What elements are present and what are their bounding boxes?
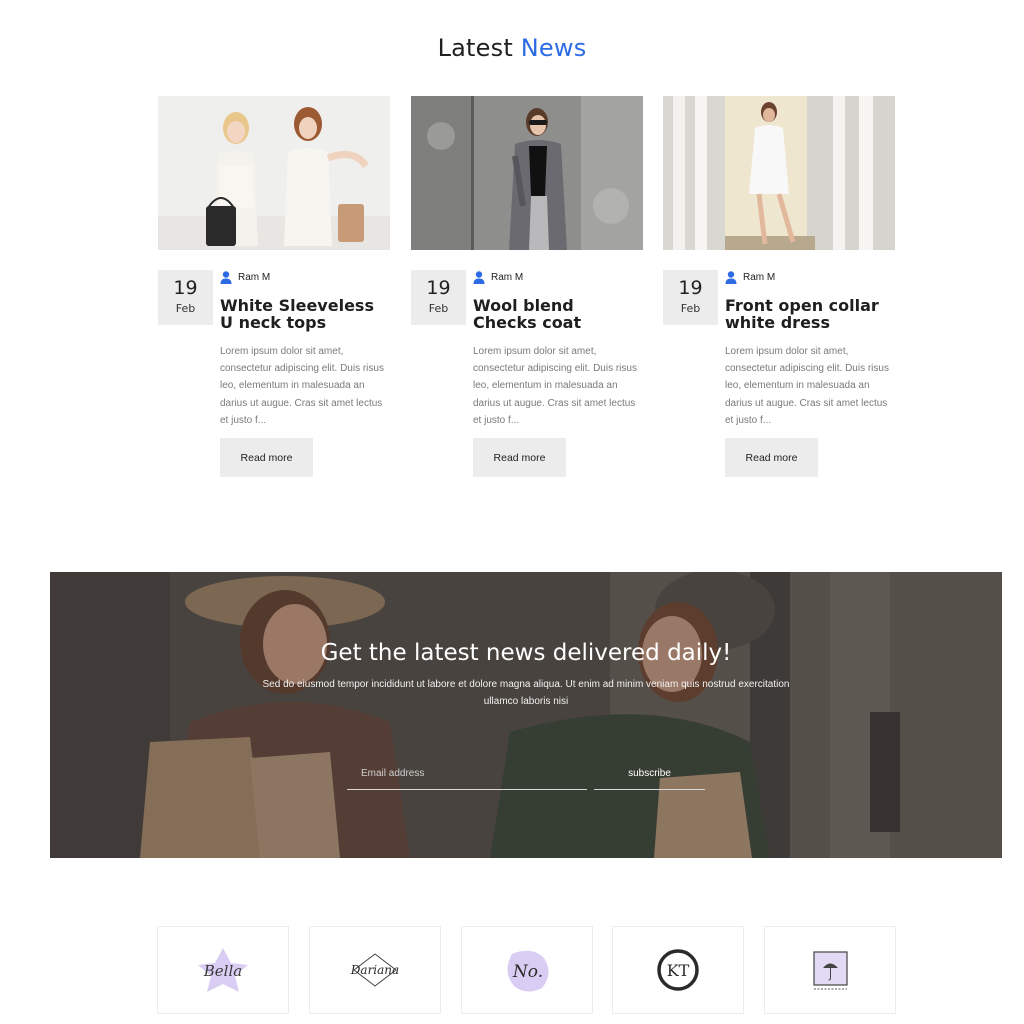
section-title: Latest News	[0, 34, 1024, 62]
post-date-month: Feb	[428, 302, 449, 315]
subscribe-button[interactable]: subscribe	[594, 758, 705, 790]
dariana-logo-icon: Dariana	[350, 953, 399, 987]
read-more-button[interactable]: Read more	[473, 438, 566, 477]
post-author[interactable]: Ram M	[725, 271, 775, 284]
user-icon	[220, 271, 232, 284]
brand-name: No.	[512, 962, 543, 982]
news-card: 19 Feb Ram M Wool blend Checks coat Lore…	[411, 96, 643, 477]
news-card: 19 Feb Ram M Front open collar white dre…	[663, 96, 895, 477]
email-field[interactable]	[347, 758, 587, 790]
post-date-month: Feb	[680, 302, 701, 315]
post-date-month: Feb	[175, 302, 196, 315]
section-title-accent: News	[520, 34, 587, 62]
post-excerpt: Lorem ipsum dolor sit amet, consectetur …	[473, 346, 637, 426]
brand-logo-umbrella[interactable]	[764, 926, 896, 1014]
post-title[interactable]: Front open collar white dress	[725, 297, 893, 331]
post-date-day: 19	[678, 277, 703, 299]
post-author[interactable]: Ram M	[473, 271, 523, 284]
post-author[interactable]: Ram M	[220, 271, 270, 284]
brand-logo-no[interactable]: No.	[461, 926, 593, 1014]
newsletter-banner: Get the latest news delivered daily! Sed…	[50, 572, 1002, 858]
umbrella-frame-logo-icon	[813, 951, 848, 990]
post-excerpt: Lorem ipsum dolor sit amet, consectetur …	[725, 346, 889, 426]
post-date: 19 Feb	[663, 270, 718, 325]
post-date: 19 Feb	[411, 270, 466, 325]
news-card-image[interactable]	[158, 96, 390, 250]
brand-logo-bella[interactable]: Bella	[157, 926, 289, 1014]
post-author-name: Ram M	[491, 272, 524, 283]
read-more-button[interactable]: Read more	[220, 438, 313, 477]
kt-logo-icon: KT	[657, 949, 699, 991]
post-title[interactable]: White Sleeveless U neck tops	[220, 297, 388, 331]
brand-name: Bella	[203, 962, 242, 980]
news-card: 19 Feb Ram M White Sleeveless U neck top…	[158, 96, 390, 477]
brand-name: Dariana	[350, 963, 399, 977]
news-card-image[interactable]	[663, 96, 895, 250]
bella-logo-icon: Bella	[198, 948, 248, 992]
post-author-name: Ram M	[238, 272, 271, 283]
no-logo-icon: No.	[507, 950, 549, 992]
post-date-day: 19	[173, 277, 198, 299]
user-icon	[725, 271, 737, 284]
post-excerpt: Lorem ipsum dolor sit amet, consectetur …	[220, 346, 384, 426]
brand-name: KT	[667, 961, 690, 980]
user-icon	[473, 271, 485, 284]
read-more-button[interactable]: Read more	[725, 438, 818, 477]
post-title[interactable]: Wool blend Checks coat	[473, 297, 641, 331]
post-date: 19 Feb	[158, 270, 213, 325]
brand-logo-kt[interactable]: KT	[612, 926, 744, 1014]
brand-logo-dariana[interactable]: Dariana	[309, 926, 441, 1014]
post-author-name: Ram M	[743, 272, 776, 283]
post-date-day: 19	[426, 277, 451, 299]
newsletter-description: Sed do eiusmod tempor incididunt ut labo…	[262, 679, 790, 707]
section-title-main: Latest	[437, 34, 513, 62]
news-card-image[interactable]	[411, 96, 643, 250]
newsletter-title: Get the latest news delivered daily!	[320, 640, 732, 666]
